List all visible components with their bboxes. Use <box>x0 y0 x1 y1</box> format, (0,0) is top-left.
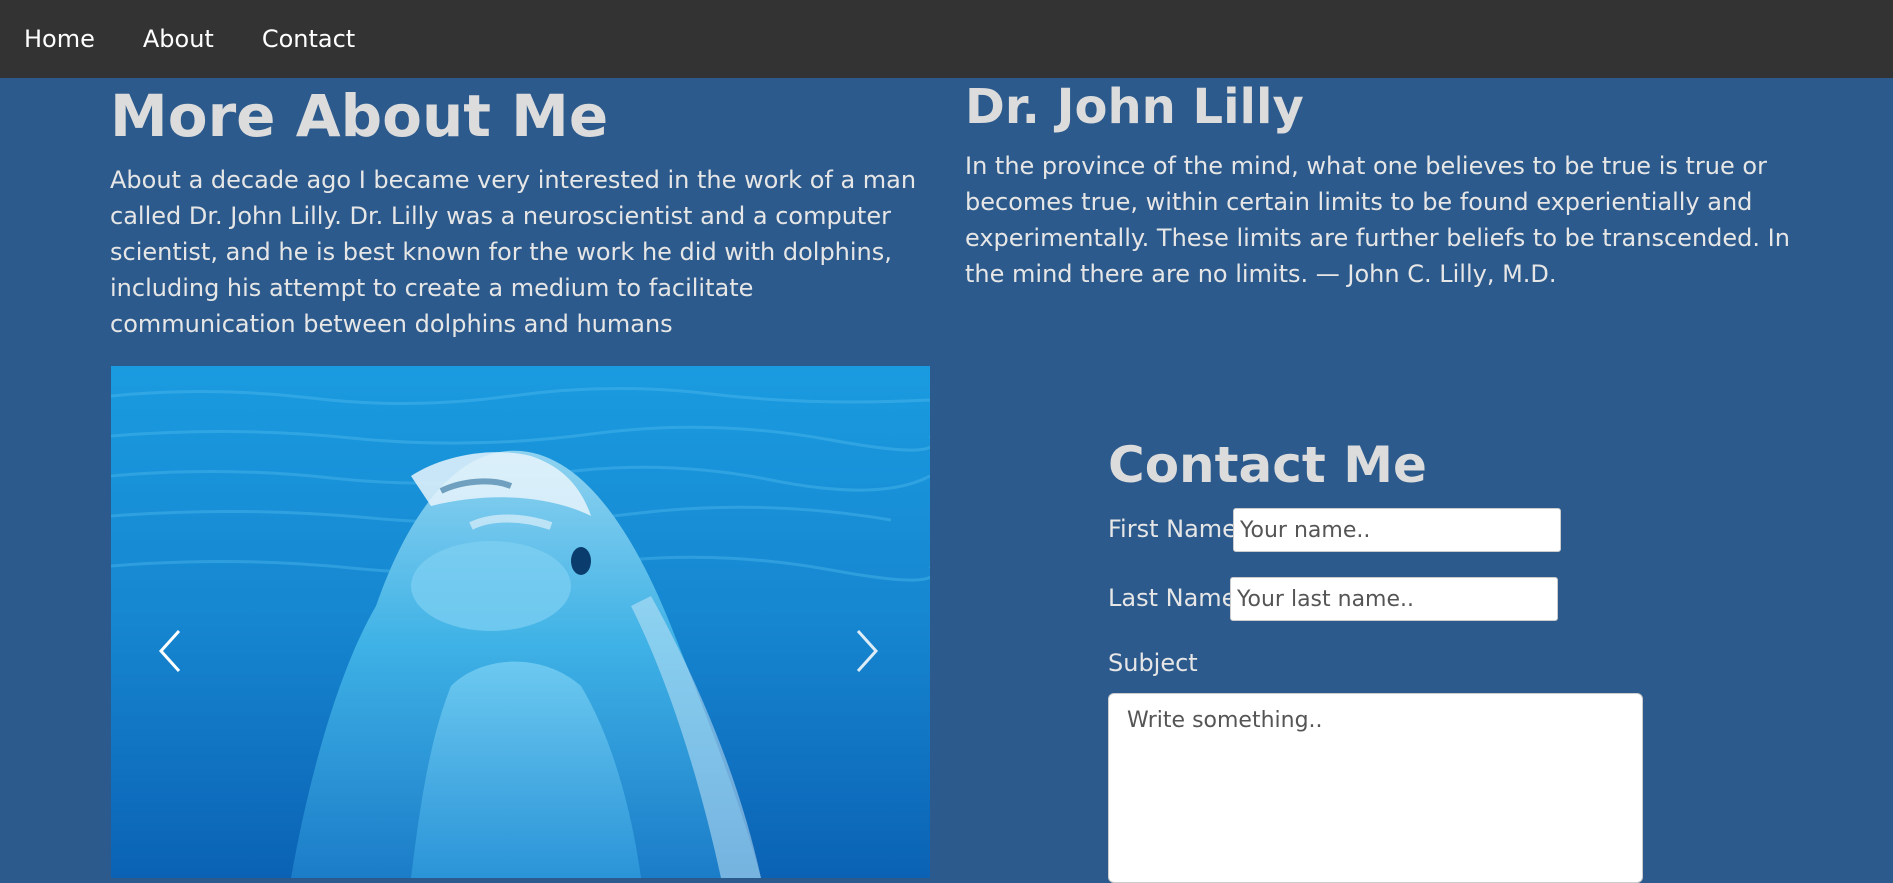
first-name-label: First Name <box>1108 515 1237 543</box>
first-name-input[interactable] <box>1233 508 1561 552</box>
contact-title: Contact Me <box>1108 436 1427 494</box>
quote-text: In the province of the mind, what one be… <box>965 152 1790 288</box>
nav-contact-link[interactable]: Contact <box>238 0 379 78</box>
chevron-right-icon <box>856 629 879 673</box>
top-navbar: Home About Contact <box>0 0 1893 78</box>
about-title: More About Me <box>110 82 609 150</box>
carousel-prev-button[interactable] <box>151 621 191 681</box>
carousel-next-button[interactable] <box>846 621 886 681</box>
image-carousel <box>111 366 930 878</box>
chevron-left-icon <box>158 629 181 673</box>
dolphin-image <box>111 366 930 878</box>
last-name-input[interactable] <box>1230 577 1558 621</box>
nav-home-link[interactable]: Home <box>0 0 119 78</box>
subject-label: Subject <box>1108 649 1198 677</box>
about-text: About a decade ago I became very interes… <box>110 166 917 338</box>
last-name-label: Last Name <box>1108 584 1237 612</box>
nav-about-link[interactable]: About <box>119 0 238 78</box>
quote-title: Dr. John Lilly <box>965 79 1304 135</box>
subject-textarea[interactable] <box>1108 693 1643 883</box>
